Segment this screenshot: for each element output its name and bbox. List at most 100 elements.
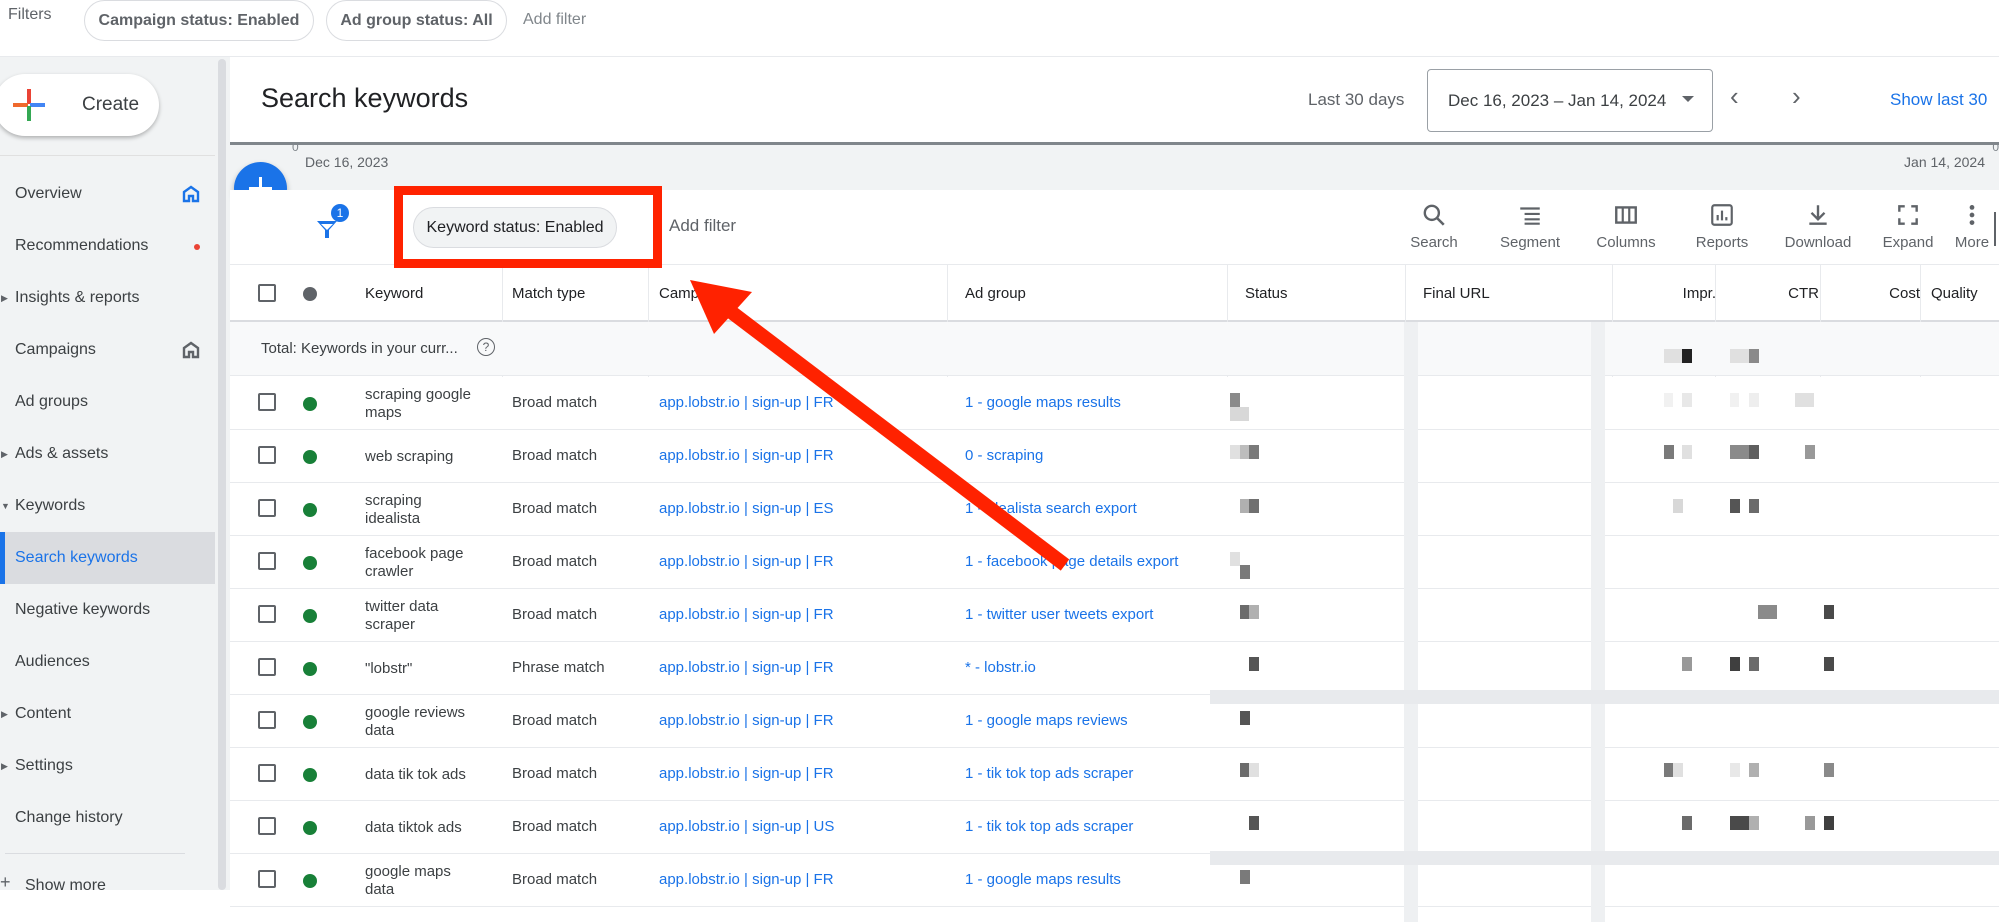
- show-more-button[interactable]: + Show more: [0, 872, 200, 902]
- redacted-value: [1749, 349, 1759, 363]
- download-tool-button[interactable]: Download: [1776, 202, 1860, 257]
- row-checkbox[interactable]: [258, 817, 276, 835]
- keyword-cell[interactable]: data tik tok ads: [365, 748, 475, 801]
- sidebar-scrollbar[interactable]: [215, 57, 230, 890]
- sidebar-item-search-keywords[interactable]: Search keywords: [0, 532, 215, 584]
- enabled-status-dot-icon: [303, 662, 317, 676]
- show-last-link[interactable]: Show last 30: [1890, 90, 1987, 110]
- column-header-status[interactable]: Status: [1245, 265, 1288, 322]
- redacted-value: [1249, 445, 1259, 459]
- campaign-link[interactable]: app.lobstr.io | sign-up | FR: [659, 447, 834, 464]
- sidebar-item-settings[interactable]: ▶ Settings: [0, 740, 215, 792]
- sidebar-item-ad-groups[interactable]: Ad groups: [0, 376, 215, 428]
- ad-group-link[interactable]: 1 - idealista search export: [965, 500, 1137, 517]
- row-checkbox[interactable]: [258, 499, 276, 517]
- create-button[interactable]: Create: [0, 74, 159, 136]
- sidebar-item-audiences[interactable]: Audiences: [0, 636, 215, 688]
- keyword-cell[interactable]: scraping idealista: [365, 483, 475, 536]
- previous-period-chevron-icon[interactable]: ‹: [1730, 81, 1739, 112]
- redacted-value: [1749, 499, 1759, 513]
- keyword-cell[interactable]: google maps data: [365, 854, 475, 907]
- column-header-campaign[interactable]: Campaign: [659, 265, 699, 322]
- add-filter-link[interactable]: Add filter: [669, 216, 736, 236]
- columns-tool-button[interactable]: Columns: [1584, 202, 1668, 257]
- campaign-link[interactable]: app.lobstr.io | sign-up | FR: [659, 394, 834, 411]
- row-checkbox[interactable]: [258, 870, 276, 888]
- ad-group-link[interactable]: 1 - google maps reviews: [965, 712, 1128, 729]
- expand-tool-button[interactable]: Expand: [1866, 202, 1950, 257]
- row-checkbox[interactable]: [258, 605, 276, 623]
- row-checkbox[interactable]: [258, 764, 276, 782]
- sidebar-item-overview[interactable]: Overview: [0, 168, 215, 220]
- column-header-keyword[interactable]: Keyword: [365, 265, 423, 322]
- campaign-link[interactable]: app.lobstr.io | sign-up | FR: [659, 765, 834, 782]
- row-checkbox[interactable]: [258, 711, 276, 729]
- table-row[interactable]: twitter data scraper Broad match app.lobst…: [230, 589, 1999, 642]
- more-vert-icon: [1969, 205, 1975, 225]
- match-type-cell: Broad match: [512, 394, 598, 411]
- column-header-ad-group[interactable]: Ad group: [965, 265, 1026, 322]
- sidebar-item-label: Negative keywords: [15, 601, 151, 618]
- keyword-cell[interactable]: scraping google maps: [365, 377, 475, 430]
- campaign-link[interactable]: app.lobstr.io | sign-up | ES: [659, 500, 834, 517]
- keyword-cell[interactable]: data tiktok ads: [365, 801, 475, 854]
- keyword-cell[interactable]: twitter data scraper: [365, 589, 475, 642]
- column-header-quality[interactable]: Quality: [1931, 265, 1978, 322]
- column-header-match-type[interactable]: Match type: [512, 265, 585, 322]
- redacted-value: [1664, 349, 1682, 363]
- ad-group-link[interactable]: 0 - scraping: [965, 447, 1043, 464]
- ad-group-link[interactable]: 1 - tik tok top ads scraper: [965, 818, 1133, 835]
- column-header-cost[interactable]: Cost: [1820, 265, 1920, 322]
- add-filter-link[interactable]: Add filter: [523, 11, 586, 29]
- scrollbar-thumb[interactable]: [218, 59, 226, 890]
- segment-tool-button[interactable]: Segment: [1488, 202, 1572, 257]
- sidebar: Create Overview Recommendations ▶ Insigh…: [0, 57, 215, 894]
- sidebar-item-ads-assets[interactable]: ▶ Ads & assets: [0, 428, 215, 480]
- ad-group-link[interactable]: * - lobstr.io: [965, 659, 1036, 676]
- ad-group-link[interactable]: 1 - tik tok top ads scraper: [965, 765, 1133, 782]
- column-header-ctr[interactable]: CTR: [1715, 265, 1819, 322]
- row-checkbox[interactable]: [258, 446, 276, 464]
- sidebar-item-negative-keywords[interactable]: Negative keywords: [0, 584, 215, 636]
- campaign-status-filter-chip[interactable]: Campaign status: Enabled: [84, 0, 314, 41]
- column-header-impressions[interactable]: Impr.: [1612, 265, 1716, 322]
- redacted-value: [1749, 445, 1759, 459]
- next-period-chevron-icon[interactable]: ›: [1792, 81, 1801, 112]
- enabled-status-dot-icon: [303, 715, 317, 729]
- keyword-cell[interactable]: "lobstr": [365, 642, 475, 695]
- sidebar-item-recommendations[interactable]: Recommendations: [0, 220, 215, 272]
- row-checkbox[interactable]: [258, 393, 276, 411]
- table-row[interactable]: facebook page crawler Broad match app.lobs…: [230, 536, 1999, 589]
- ad-group-link[interactable]: 1 - google maps results: [965, 871, 1121, 888]
- keyword-cell[interactable]: web scraping: [365, 430, 475, 483]
- campaign-link[interactable]: app.lobstr.io | sign-up | FR: [659, 553, 834, 570]
- campaign-link[interactable]: app.lobstr.io | sign-up | FR: [659, 606, 834, 623]
- sidebar-item-insights-reports[interactable]: ▶ Insights & reports: [0, 272, 215, 324]
- match-type-cell: Broad match: [512, 606, 598, 623]
- search-tool-button[interactable]: Search: [1392, 202, 1476, 257]
- row-checkbox[interactable]: [258, 552, 276, 570]
- campaign-link[interactable]: app.lobstr.io | sign-up | FR: [659, 659, 834, 676]
- redacted-value: [1249, 763, 1259, 777]
- ad-group-link[interactable]: 1 - facebook page details export: [965, 553, 1178, 570]
- help-icon[interactable]: ?: [477, 338, 495, 356]
- ad-group-link[interactable]: 1 - twitter user tweets export: [965, 606, 1153, 623]
- more-tool-button[interactable]: More: [1942, 202, 1999, 257]
- date-range-picker[interactable]: Dec 16, 2023 – Jan 14, 2024: [1427, 69, 1713, 132]
- sidebar-item-change-history[interactable]: Change history: [0, 792, 215, 844]
- sidebar-item-keywords[interactable]: ▼ Keywords: [0, 480, 215, 532]
- campaign-link[interactable]: app.lobstr.io | sign-up | US: [659, 818, 834, 835]
- campaign-link[interactable]: app.lobstr.io | sign-up | FR: [659, 871, 834, 888]
- column-header-final-url[interactable]: Final URL: [1423, 265, 1490, 322]
- keyword-cell[interactable]: facebook page crawler: [365, 536, 475, 589]
- keyword-cell[interactable]: google reviews data: [365, 695, 475, 748]
- row-checkbox[interactable]: [258, 658, 276, 676]
- reports-tool-button[interactable]: Reports: [1680, 202, 1764, 257]
- ad-group-status-filter-chip[interactable]: Ad group status: All: [326, 0, 507, 41]
- filter-bar: Filters Campaign status: Enabled Ad grou…: [0, 0, 1999, 57]
- ad-group-link[interactable]: 1 - google maps results: [965, 394, 1121, 411]
- sidebar-item-content[interactable]: ▶ Content: [0, 688, 215, 740]
- select-all-checkbox[interactable]: [258, 284, 276, 302]
- sidebar-item-campaigns[interactable]: Campaigns: [0, 324, 215, 376]
- campaign-link[interactable]: app.lobstr.io | sign-up | FR: [659, 712, 834, 729]
